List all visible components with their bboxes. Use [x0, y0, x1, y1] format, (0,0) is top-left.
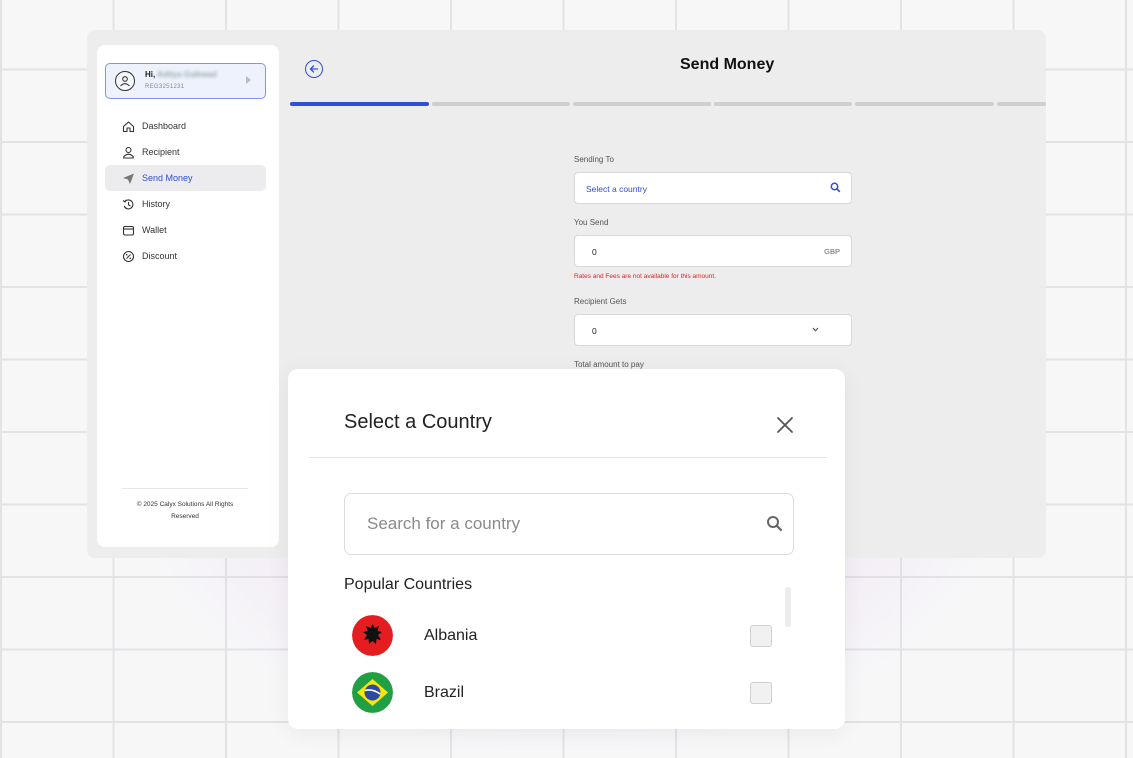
- progress-step: [290, 102, 429, 106]
- sidebar-item-send-money[interactable]: Send Money: [105, 165, 266, 191]
- history-icon: [121, 197, 135, 211]
- sidebar-item-label: Dashboard: [142, 121, 187, 131]
- discount-icon: [121, 249, 135, 263]
- sidebar-item-recipient[interactable]: Recipient: [105, 139, 266, 165]
- sidebar-item-label: Wallet: [142, 225, 167, 235]
- user-profile-card[interactable]: Hi, Aditya Gaikwad REG3251231: [105, 63, 266, 99]
- list-item[interactable]: Brazil: [352, 672, 782, 714]
- step-progress: [290, 102, 1046, 106]
- you-send-value: 0: [592, 247, 597, 257]
- home-icon: [121, 119, 135, 133]
- sidebar-item-label: Send Money: [142, 173, 193, 183]
- send-icon: [121, 171, 135, 185]
- country-name: Albania: [424, 627, 478, 644]
- sidebar-item-label: History: [142, 199, 171, 209]
- progress-step: [997, 102, 1046, 106]
- sidebar: Hi, Aditya Gaikwad REG3251231 Dashboard …: [97, 45, 279, 547]
- error-message: Rates and Fees are not available for thi…: [574, 273, 716, 280]
- sidebar-item-label: Recipient: [142, 147, 180, 157]
- progress-step: [855, 102, 994, 106]
- chevron-down-icon: [812, 325, 819, 335]
- sidebar-item-label: Discount: [142, 251, 178, 261]
- user-greeting: Hi, Aditya Gaikwad: [145, 70, 217, 79]
- scrollbar[interactable]: [785, 587, 791, 627]
- sidebar-item-wallet[interactable]: Wallet: [105, 217, 266, 243]
- country-checkbox[interactable]: [750, 682, 772, 704]
- wallet-icon: [121, 223, 135, 237]
- divider: [309, 457, 827, 458]
- copyright-text: © 2025 Calyx Solutions All Rights: [136, 501, 234, 508]
- progress-step: [432, 102, 570, 106]
- recipient-gets-input[interactable]: 0: [574, 314, 852, 346]
- copyright-text-line2: Reserved: [171, 513, 199, 520]
- sending-to-label: Sending To: [574, 155, 614, 164]
- sidebar-item-discount[interactable]: Discount: [105, 243, 266, 269]
- modal-title: Select a Country: [344, 411, 492, 433]
- sidebar-footer: © 2025 Calyx Solutions All Rights Reserv…: [122, 488, 248, 523]
- recipient-gets-value: 0: [592, 326, 597, 336]
- sidebar-nav: Dashboard Recipient Send Money History W…: [105, 113, 266, 269]
- albania-flag-icon: [352, 615, 393, 656]
- close-icon[interactable]: [775, 415, 795, 435]
- you-send-label: You Send: [574, 218, 609, 227]
- progress-step: [573, 102, 711, 106]
- arrow-left-icon: [309, 65, 319, 73]
- sidebar-item-dashboard[interactable]: Dashboard: [105, 113, 266, 139]
- chevron-right-icon: [246, 76, 251, 84]
- country-search: [344, 493, 794, 555]
- currency-code: GBP: [824, 247, 840, 256]
- select-country-modal: Select a Country Popular Countries Alban…: [288, 369, 845, 729]
- progress-step: [714, 102, 852, 106]
- total-amount-label: Total amount to pay: [574, 360, 644, 369]
- back-button[interactable]: [305, 60, 323, 78]
- user-id: REG3251231: [145, 84, 185, 90]
- country-select-placeholder: Select a country: [586, 184, 647, 194]
- user-icon: [121, 145, 135, 159]
- user-greeting-label: Hi,: [145, 70, 156, 79]
- brazil-flag-icon: [352, 672, 393, 713]
- send-money-form: Sending To Select a country You Send 0 G…: [574, 155, 852, 377]
- page-title: Send Money: [680, 56, 775, 73]
- recipient-gets-label: Recipient Gets: [574, 297, 627, 306]
- you-send-input[interactable]: 0 GBP: [574, 235, 852, 267]
- country-checkbox[interactable]: [750, 625, 772, 647]
- search-icon[interactable]: [766, 515, 783, 537]
- country-name: Brazil: [424, 684, 465, 701]
- search-icon: [830, 182, 841, 195]
- user-name: Aditya Gaikwad: [157, 70, 217, 79]
- avatar: [115, 71, 135, 91]
- sidebar-item-history[interactable]: History: [105, 191, 266, 217]
- country-select[interactable]: Select a country: [574, 172, 852, 204]
- list-item[interactable]: Albania: [352, 615, 782, 657]
- country-search-input[interactable]: [367, 512, 747, 536]
- popular-countries-heading: Popular Countries: [344, 576, 473, 593]
